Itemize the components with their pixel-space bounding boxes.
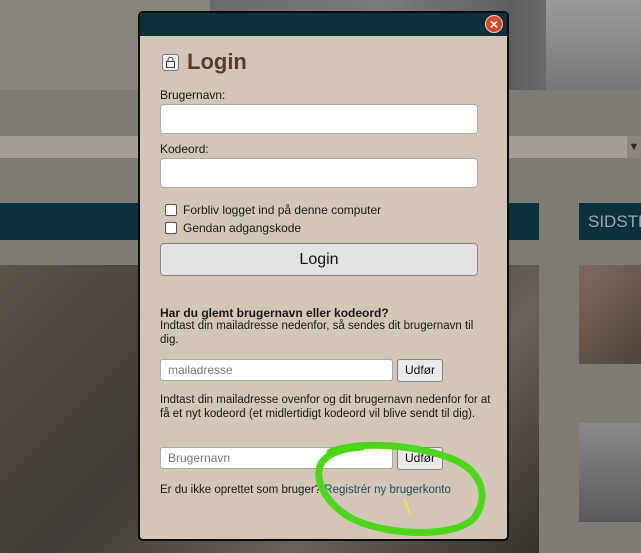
- username-field[interactable]: [160, 104, 478, 134]
- dialog-title: Login: [187, 49, 247, 74]
- remember-label: Forbliv logget ind på denne computer: [183, 203, 382, 217]
- reset-username-field[interactable]: Brugernavn: [160, 447, 393, 469]
- login-dialog: × Login Brugernavn: Kodeord: Forbliv log…: [138, 11, 509, 541]
- lock-icon: [162, 53, 179, 71]
- dialog-title-row: Login: [162, 49, 247, 75]
- dialog-header: [140, 13, 507, 36]
- email-submit-button[interactable]: Udfør: [397, 359, 443, 382]
- side-thumbnail: [579, 423, 641, 522]
- banner-house-image: [546, 0, 641, 90]
- restore-row: Gendan adgangskode: [165, 221, 301, 235]
- register-prompt: Er du ikke oprettet som bruger?: [160, 484, 322, 496]
- remember-row: Forbliv logget ind på denne computer: [165, 203, 381, 217]
- username-label: Brugernavn:: [160, 88, 226, 102]
- register-row: Er du ikke oprettet som bruger? Registré…: [160, 484, 451, 496]
- restore-password-checkbox[interactable]: [165, 222, 177, 234]
- restore-label: Gendan adgangskode: [183, 221, 302, 235]
- close-icon[interactable]: ×: [485, 15, 503, 33]
- login-button[interactable]: Login: [160, 243, 478, 276]
- email-field[interactable]: mailadresse: [160, 359, 393, 381]
- register-link[interactable]: Registrér ny brugerkonto: [324, 484, 451, 496]
- side-panel-title: SIDSTE: [579, 203, 641, 240]
- remember-checkbox[interactable]: [165, 204, 177, 216]
- forgot-heading: Har du glemt brugernavn eller kodeord?: [160, 306, 389, 320]
- side-thumbnail: [579, 265, 641, 364]
- forgot-text: Indtast din mailadresse nedenfor, så sen…: [160, 320, 474, 346]
- password-label: Kodeord:: [160, 142, 209, 156]
- reset-submit-button[interactable]: Udfør: [397, 447, 443, 470]
- reset-text: Indtast din mailadresse ovenfor og dit b…: [160, 394, 491, 420]
- chevron-down-icon: ▼: [627, 136, 641, 158]
- password-field[interactable]: [160, 158, 478, 188]
